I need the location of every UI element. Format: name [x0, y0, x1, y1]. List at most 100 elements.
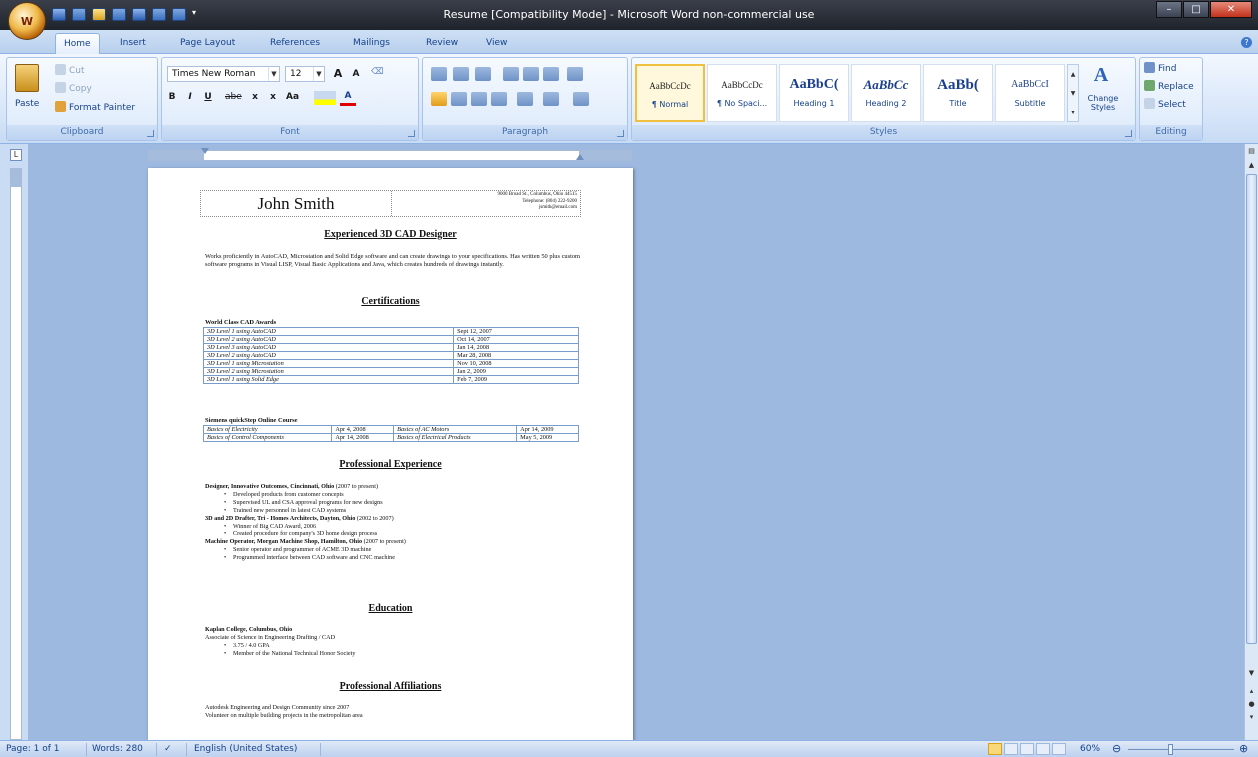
style-subtitle[interactable]: AaBbCcI Subtitle	[995, 64, 1065, 122]
list-item: Member of the National Technical Honor S…	[205, 650, 605, 658]
shading-icon[interactable]	[543, 92, 559, 106]
select-browse-object-icon[interactable]: ●	[1246, 700, 1257, 712]
horizontal-ruler[interactable]	[148, 148, 632, 161]
clipboard-launcher-icon[interactable]	[147, 130, 154, 137]
list-item: Supervised UL and CSA approval programs …	[205, 499, 605, 507]
paragraph-launcher-icon[interactable]	[617, 130, 624, 137]
subscript-button[interactable]: x	[247, 90, 263, 107]
style-normal[interactable]: AaBbCcDc ¶ Normal	[635, 64, 705, 122]
document-page[interactable]: John Smith 9000 Broad St., Columbus, Ohi…	[148, 168, 633, 740]
grow-font-button[interactable]: A	[330, 65, 346, 82]
numbering-icon[interactable]	[453, 67, 469, 81]
scroll-down-icon[interactable]: ▼	[1246, 669, 1257, 681]
highlight-icon[interactable]	[314, 91, 336, 105]
summary-paragraph: Works proficiently in AutoCAD, Microstat…	[205, 253, 581, 268]
tab-review[interactable]: Review	[418, 35, 466, 51]
draft-view-icon[interactable]	[1052, 743, 1066, 755]
heading-certifications: Certifications	[361, 296, 420, 307]
style-heading-2[interactable]: AaBbCc Heading 2	[851, 64, 921, 122]
language-indicator[interactable]: English (United States)	[194, 744, 297, 754]
paste-button[interactable]: Paste	[15, 99, 39, 109]
outline-view-icon[interactable]	[1036, 743, 1050, 755]
style-heading-1[interactable]: AaBbC(Heading 1	[779, 64, 849, 122]
zoom-in-icon[interactable]: ⊕	[1239, 742, 1248, 755]
tab-home[interactable]: Home	[55, 33, 100, 55]
zoom-slider-thumb[interactable]	[1168, 744, 1173, 755]
right-indent-marker-icon[interactable]	[576, 154, 584, 160]
align-right-icon[interactable]	[471, 92, 487, 106]
next-page-icon[interactable]: ▾	[1246, 713, 1257, 725]
styles-scroll[interactable]: ▲ ▼ ▾	[1067, 64, 1079, 122]
zoom-level[interactable]: 60%	[1080, 744, 1100, 754]
indent-marker-icon[interactable]	[201, 148, 209, 154]
tab-insert[interactable]: Insert	[112, 35, 154, 51]
justify-icon[interactable]	[491, 92, 507, 106]
full-screen-view-icon[interactable]	[1004, 743, 1018, 755]
scroll-thumb[interactable]	[1246, 174, 1257, 644]
find-button[interactable]: Find	[1144, 62, 1176, 74]
style-no-spacing[interactable]: AaBbCcDc ¶ No Spaci...	[707, 64, 777, 122]
cut-button[interactable]: Cut	[55, 64, 85, 76]
show-formatting-icon[interactable]	[567, 67, 583, 81]
change-case-button[interactable]: Aa	[283, 90, 302, 107]
copy-button[interactable]: Copy	[55, 82, 92, 94]
italic-button[interactable]: I	[182, 90, 198, 107]
paste-icon[interactable]	[15, 64, 39, 92]
shrink-font-button[interactable]: A	[348, 67, 364, 84]
font-size-select[interactable]: 12 ▼	[285, 66, 325, 82]
print-layout-view-icon[interactable]	[988, 743, 1002, 755]
increase-indent-icon[interactable]	[523, 67, 539, 81]
tab-page-layout[interactable]: Page Layout	[172, 35, 243, 51]
table-cell: Oct 14, 2007	[453, 335, 579, 344]
underline-button[interactable]: U	[200, 90, 216, 107]
change-styles-icon[interactable]: A	[1087, 64, 1115, 90]
tab-references[interactable]: References	[262, 35, 328, 51]
previous-page-icon[interactable]: ▴	[1246, 687, 1257, 699]
ruler-toggle-icon[interactable]: ▤	[1246, 147, 1257, 159]
tab-mailings[interactable]: Mailings	[345, 35, 398, 51]
scroll-up-icon[interactable]: ▲	[1246, 161, 1257, 173]
align-left-icon[interactable]	[431, 92, 447, 106]
maximize-button[interactable]: □	[1183, 1, 1209, 18]
bullets-icon[interactable]	[431, 67, 447, 81]
multilevel-list-icon[interactable]	[475, 67, 491, 81]
replace-button[interactable]: Replace	[1144, 80, 1194, 92]
web-layout-view-icon[interactable]	[1020, 743, 1034, 755]
line-spacing-icon[interactable]	[517, 92, 533, 106]
copy-icon	[55, 82, 66, 93]
tab-selector-icon[interactable]: L	[10, 149, 22, 161]
vertical-ruler[interactable]	[10, 168, 22, 740]
zoom-out-icon[interactable]: ⊖	[1112, 742, 1121, 755]
select-button[interactable]: Select	[1144, 98, 1186, 110]
window-controls: – □ ✕	[1156, 1, 1252, 18]
proofing-icon[interactable]: ✓	[164, 744, 172, 754]
zoom-slider[interactable]	[1128, 749, 1234, 750]
close-button[interactable]: ✕	[1210, 1, 1252, 18]
borders-icon[interactable]	[573, 92, 589, 106]
help-icon[interactable]: ?	[1241, 37, 1252, 48]
font-color-button[interactable]: A	[340, 89, 356, 106]
word-count[interactable]: Words: 280	[92, 744, 143, 754]
format-painter-button[interactable]: Format Painter	[55, 101, 135, 113]
font-launcher-icon[interactable]	[408, 130, 415, 137]
page-count[interactable]: Page: 1 of 1	[6, 744, 60, 754]
tab-view[interactable]: View	[478, 35, 515, 51]
superscript-button[interactable]: x	[265, 90, 281, 107]
style-title[interactable]: AaBb(Title	[923, 64, 993, 122]
sort-icon[interactable]	[543, 67, 559, 81]
table-cell: 3D Level 1 using Microstation	[202, 359, 455, 368]
align-center-icon[interactable]	[451, 92, 467, 106]
font-group: Times New Roman ▼ 12 ▼ A A ⌫ B I U abe x x…	[161, 57, 419, 141]
change-styles-button[interactable]: Change Styles	[1083, 94, 1123, 112]
bold-button[interactable]: B	[164, 90, 180, 107]
decrease-indent-icon[interactable]	[503, 67, 519, 81]
office-button[interactable]: W	[8, 2, 46, 40]
minimize-button[interactable]: –	[1156, 1, 1182, 18]
font-family-select[interactable]: Times New Roman ▼	[167, 66, 280, 82]
paragraph-group-label: Paragraph	[423, 125, 627, 140]
table-cell: 3D Level 1 using Solid Edge	[202, 375, 455, 384]
vertical-scrollbar[interactable]: ▤ ▲ ▼ ▴ ● ▾	[1244, 144, 1258, 740]
strikethrough-button[interactable]: abe	[222, 90, 245, 107]
styles-launcher-icon[interactable]	[1125, 130, 1132, 137]
clear-formatting-icon[interactable]: ⌫	[368, 65, 384, 82]
